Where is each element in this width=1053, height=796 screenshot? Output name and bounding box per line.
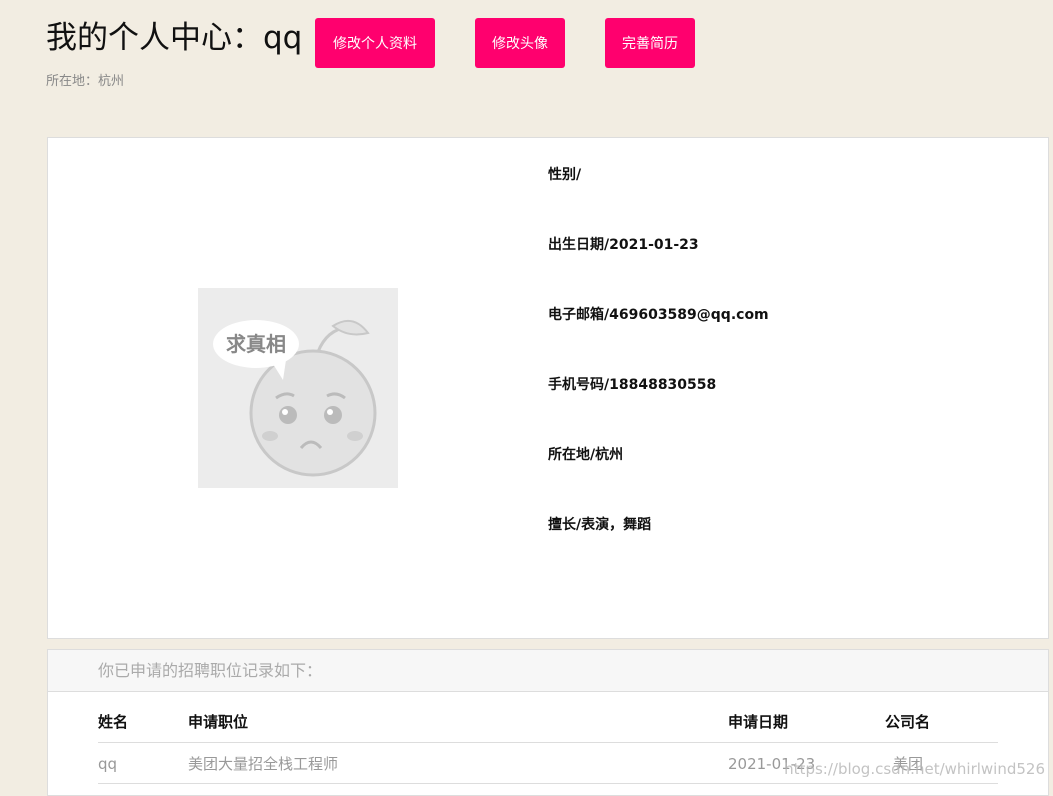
- profile-birthdate: 出生日期/2021-01-23: [548, 237, 699, 253]
- watermark: https://blog.csdn.net/whirlwind526: [784, 760, 1045, 778]
- table-header-row: 姓名 申请职位 申请日期 公司名: [98, 692, 998, 743]
- page-title: 我的个人中心：qq: [46, 20, 303, 56]
- profile-card: 求真相 性别/ 出生日期/2021-01-23 电子邮箱/469603589@q…: [47, 137, 1049, 639]
- profile-info-list: 性别/ 出生日期/2021-01-23 电子邮箱/469603589@qq.co…: [548, 164, 769, 584]
- avatar: 求真相: [198, 288, 398, 488]
- cell-position[interactable]: 美团大量招全栈工程师: [188, 743, 338, 785]
- complete-resume-button[interactable]: 完善简历: [605, 18, 695, 68]
- edit-avatar-button[interactable]: 修改头像: [475, 18, 565, 68]
- profile-gender: 性别/: [548, 167, 582, 183]
- profile-location: 所在地/杭州: [548, 447, 624, 463]
- header-location: 所在地：杭州: [46, 74, 125, 89]
- cell-name: qq: [98, 755, 118, 773]
- profile-email: 电子邮箱/469603589@qq.com: [548, 307, 769, 323]
- avatar-placeholder-icon: 求真相: [213, 319, 377, 477]
- applications-heading: 你已申请的招聘职位记录如下：: [48, 650, 1048, 692]
- edit-profile-button[interactable]: 修改个人资料: [315, 18, 435, 68]
- profile-skills: 擅长/表演，舞蹈: [548, 517, 652, 533]
- avatar-bubble-text: 求真相: [226, 332, 286, 356]
- profile-phone: 手机号码/18848830558: [548, 377, 717, 393]
